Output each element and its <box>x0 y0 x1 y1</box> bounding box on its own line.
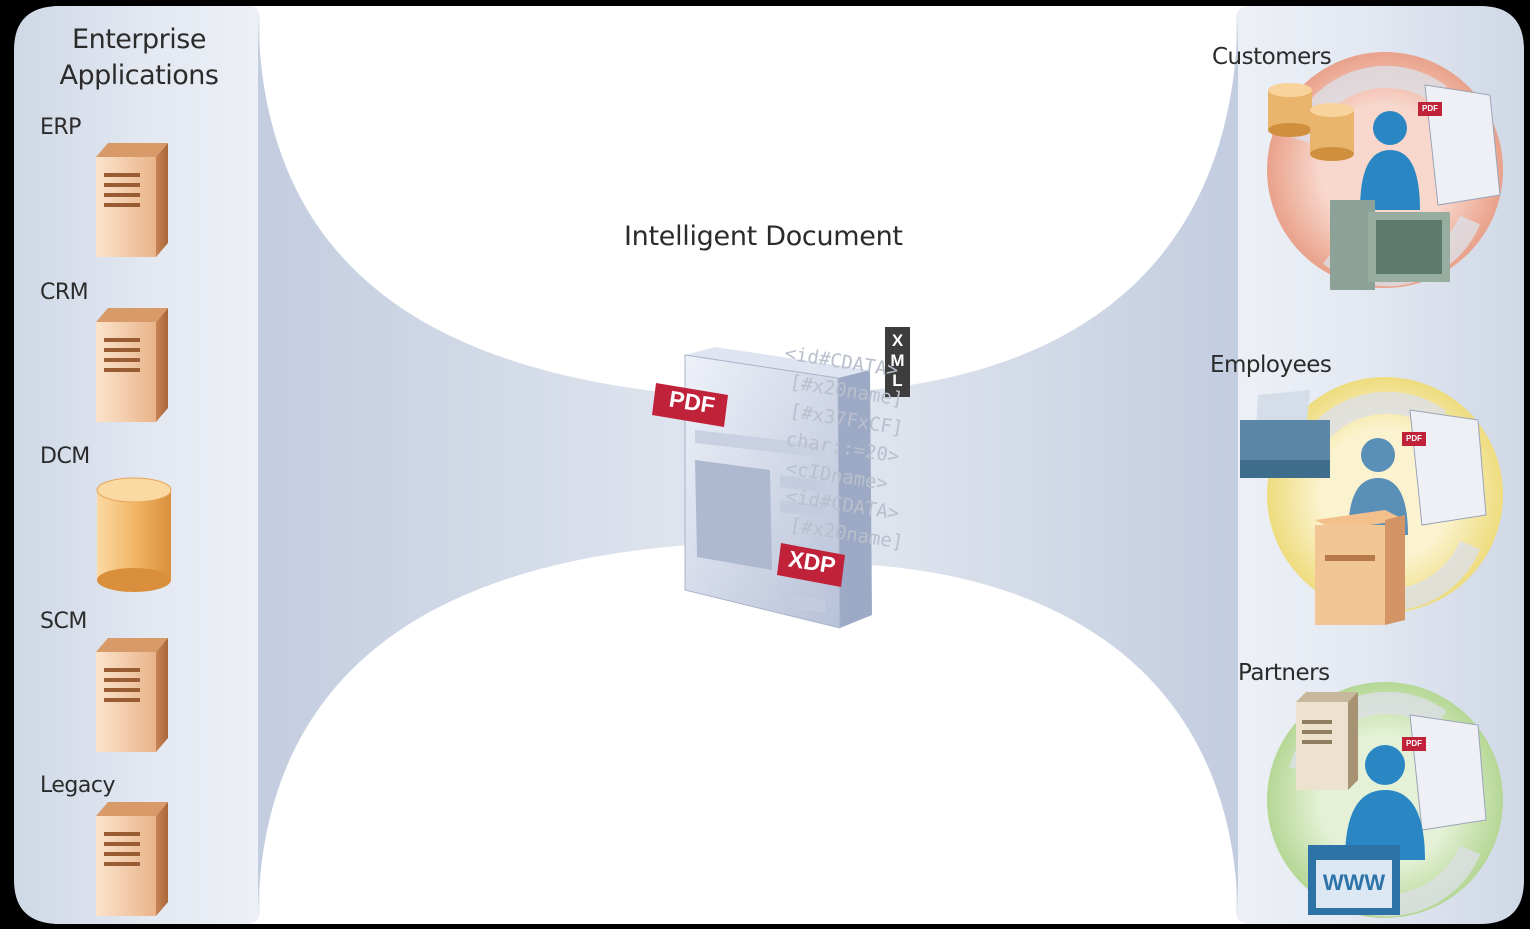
title-line-1: Enterprise <box>72 24 206 55</box>
enterprise-document-diagram <box>14 6 1524 924</box>
server-icon <box>96 308 168 422</box>
xml-letter: X <box>891 331 904 350</box>
system-label-erp: ERP <box>40 115 81 140</box>
server-icon <box>96 143 168 257</box>
xml-letter: M <box>890 351 905 370</box>
server-icon <box>96 638 168 752</box>
www-label: WWW <box>1322 870 1386 895</box>
system-label-dcm: DCM <box>40 444 90 469</box>
stakeholder-label-customers: Customers <box>1212 44 1332 70</box>
intelligent-document-title: Intelligent Document <box>624 221 903 252</box>
database-icon <box>96 477 172 592</box>
mini-pdf-tag: PDF <box>1422 104 1438 113</box>
stakeholder-label-partners: Partners <box>1238 660 1330 686</box>
mini-pdf-tag: PDF <box>1406 434 1422 443</box>
enterprise-applications-title: Enterprise Applications <box>54 22 224 94</box>
system-label-scm: SCM <box>40 609 87 634</box>
system-label-crm: CRM <box>40 280 89 305</box>
mini-pdf-tag: PDF <box>1406 739 1422 748</box>
system-label-legacy: Legacy <box>40 773 115 798</box>
server-icon <box>96 802 168 916</box>
title-line-2: Applications <box>59 60 219 91</box>
xml-letter: L <box>892 371 903 390</box>
xml-tag-label: X M L <box>885 331 910 391</box>
stakeholder-label-employees: Employees <box>1210 352 1332 378</box>
